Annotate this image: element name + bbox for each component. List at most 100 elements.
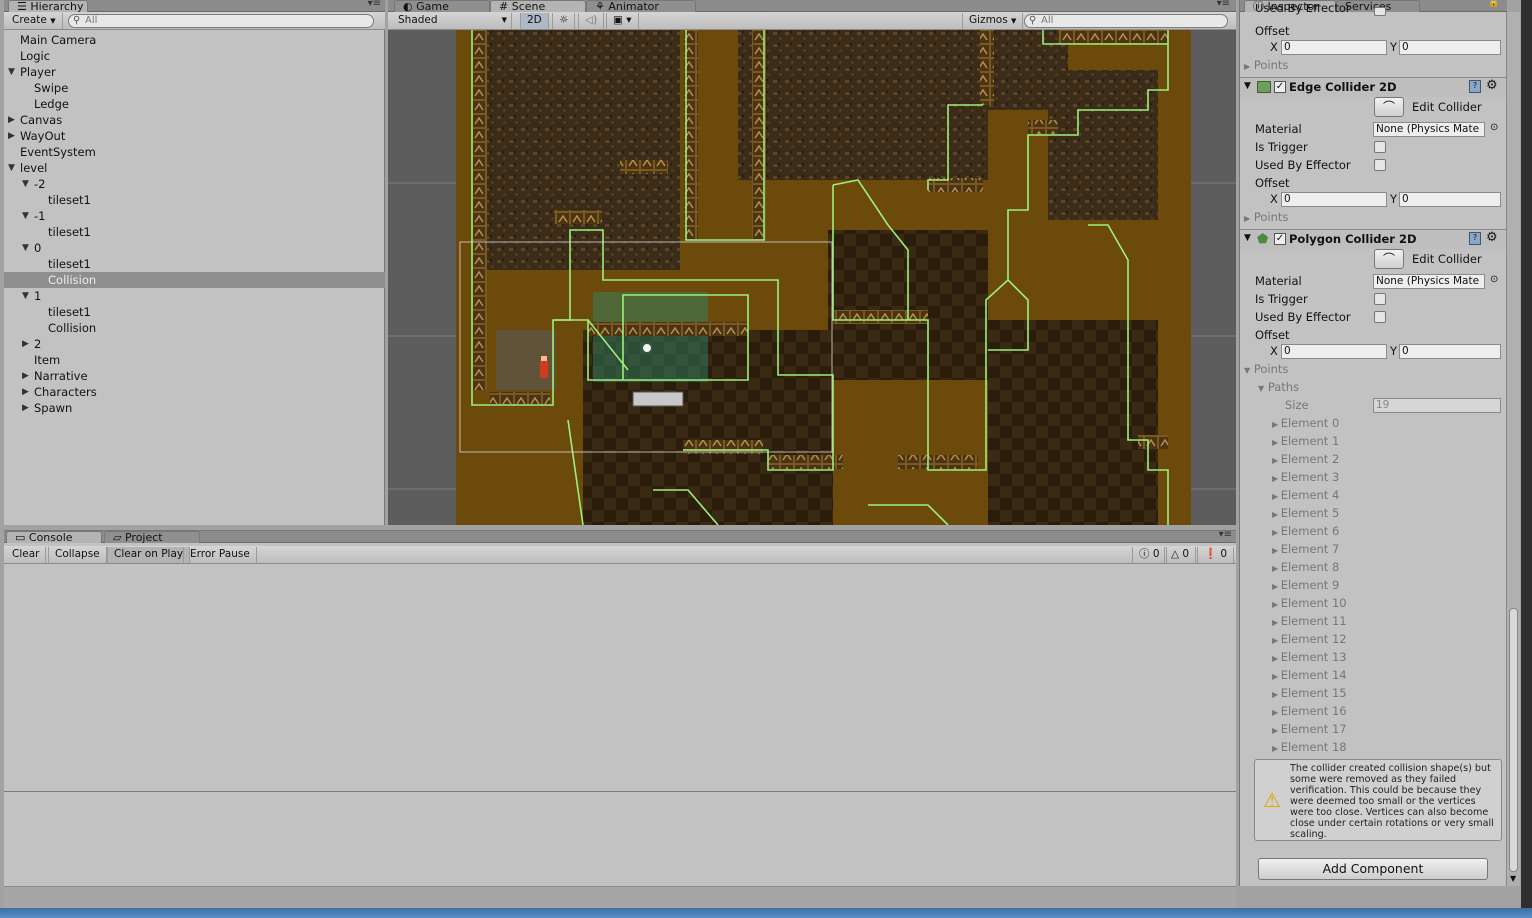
hierarchy-item[interactable]: tileset1 <box>4 192 385 208</box>
hierarchy-item[interactable]: Ledge <box>4 96 385 112</box>
is-trigger-checkbox[interactable] <box>1374 293 1386 305</box>
scrollbar-thumb[interactable] <box>1509 608 1518 872</box>
hierarchy-item[interactable]: ▼ -1 <box>4 208 385 224</box>
path-element-foldout[interactable]: ▶ Element 12 <box>1272 630 1347 648</box>
hierarchy-item[interactable]: ▼ 1 <box>4 288 385 304</box>
lock-icon[interactable]: 🔒 <box>1488 0 1499 8</box>
chevron-right-icon[interactable]: ▶ <box>22 368 29 384</box>
gizmos-dropdown[interactable]: Gizmos ▼ <box>962 13 1024 29</box>
chevron-down-icon[interactable]: ▼ <box>22 288 29 304</box>
hierarchy-item[interactable]: Collision <box>4 320 385 336</box>
chevron-right-icon[interactable]: ▶ <box>8 112 15 128</box>
add-component-button[interactable]: Add Component <box>1258 858 1488 880</box>
hierarchy-item[interactable]: ▼ -2 <box>4 176 385 192</box>
shading-mode-dropdown[interactable]: Shaded ▼ <box>392 13 512 29</box>
chevron-right-icon[interactable]: ▶ <box>22 384 29 400</box>
chevron-down-icon[interactable]: ▼ <box>22 240 29 256</box>
hierarchy-item[interactable]: ▶ 2 <box>4 336 385 352</box>
audio-toggle[interactable]: ◁) <box>578 13 605 29</box>
help-icon[interactable]: ? <box>1469 80 1481 93</box>
hierarchy-search-input[interactable]: ⚲ All <box>68 14 374 28</box>
offset-y-input[interactable]: 0 <box>1399 192 1501 207</box>
path-element-foldout[interactable]: ▶ Element 4 <box>1272 486 1339 504</box>
path-element-foldout[interactable]: ▶ Element 9 <box>1272 576 1339 594</box>
hierarchy-item[interactable]: Collision <box>4 272 385 288</box>
points-foldout[interactable]: ▼ Points <box>1244 360 1288 378</box>
edge-collider-header[interactable]: ▼ ✓ Edge Collider 2D ? ⚙ <box>1240 77 1507 97</box>
hierarchy-item[interactable]: Main Camera <box>4 32 385 48</box>
tab-project[interactable]: ▱ Project <box>104 531 200 543</box>
path-element-foldout[interactable]: ▶ Element 6 <box>1272 522 1339 540</box>
hierarchy-item[interactable]: ▶ Spawn <box>4 400 385 416</box>
chevron-right-icon[interactable]: ▶ <box>22 336 29 352</box>
is-trigger-checkbox[interactable] <box>1374 141 1386 153</box>
lighting-toggle[interactable]: ☼ <box>552 13 576 29</box>
offset-x-input[interactable]: 0 <box>1281 344 1387 359</box>
gear-icon[interactable]: ⚙ <box>1486 230 1498 245</box>
tab-game[interactable]: ◐ Game <box>394 0 490 12</box>
chevron-down-icon[interactable]: ▼ <box>22 176 29 192</box>
player-sprite[interactable] <box>540 356 548 378</box>
offset-x-input[interactable]: 0 <box>1281 40 1387 55</box>
points-foldout[interactable]: ▶ Points <box>1244 56 1288 74</box>
used-by-effector-checkbox[interactable] <box>1374 311 1386 323</box>
path-element-foldout[interactable]: ▶ Element 10 <box>1272 594 1347 612</box>
path-element-foldout[interactable]: ▶ Element 14 <box>1272 666 1347 684</box>
console-log-area[interactable] <box>4 565 1236 791</box>
create-button[interactable]: Create ▼ <box>6 13 63 29</box>
hierarchy-item[interactable]: ▼ Player <box>4 64 385 80</box>
panel-menu-icon[interactable]: ▾≡ <box>1217 0 1230 9</box>
chevron-down-icon[interactable]: ▼ <box>8 160 15 176</box>
edit-collider-button[interactable]: ⌒ <box>1374 97 1404 117</box>
polygon-collider-header[interactable]: ▼ ⬟ ✓ Polygon Collider 2D ? ⚙ <box>1240 229 1507 249</box>
scene-search-input[interactable]: ⚲ All <box>1024 14 1228 28</box>
hierarchy-item[interactable]: tileset1 <box>4 256 385 272</box>
path-element-foldout[interactable]: ▶ Element 15 <box>1272 684 1347 702</box>
size-input[interactable]: 19 <box>1373 398 1501 413</box>
hierarchy-item[interactable]: ▶ Narrative <box>4 368 385 384</box>
info-count-toggle[interactable]: ⓘ 0 <box>1132 547 1167 563</box>
object-picker-icon[interactable]: ⊙ <box>1490 122 1498 133</box>
console-detail-area[interactable] <box>4 792 1236 887</box>
chevron-down-icon[interactable]: ▼ <box>22 208 29 224</box>
path-element-foldout[interactable]: ▶ Element 8 <box>1272 558 1339 576</box>
gear-icon[interactable]: ⚙ <box>1486 78 1498 93</box>
warning-count-toggle[interactable]: △ 0 <box>1164 547 1197 563</box>
hierarchy-item[interactable]: ▶ WayOut <box>4 128 385 144</box>
effects-dropdown[interactable]: ▣ ▾ <box>606 13 639 29</box>
path-element-foldout[interactable]: ▶ Element 2 <box>1272 450 1339 468</box>
material-field[interactable]: None (Physics Mate <box>1373 122 1485 137</box>
points-foldout[interactable]: ▶ Points <box>1244 208 1288 226</box>
offset-y-input[interactable]: 0 <box>1399 344 1501 359</box>
tab-console[interactable]: ▭ Console <box>6 531 102 543</box>
hierarchy-item[interactable]: EventSystem <box>4 144 385 160</box>
hierarchy-item[interactable]: Logic <box>4 48 385 64</box>
edit-collider-button[interactable]: ⌒ <box>1374 249 1404 269</box>
scroll-down-icon[interactable]: ▼ <box>1510 874 1516 883</box>
path-element-foldout[interactable]: ▶ Element 3 <box>1272 468 1339 486</box>
material-field[interactable]: None (Physics Mate <box>1373 274 1485 289</box>
enabled-checkbox[interactable]: ✓ <box>1274 233 1286 245</box>
tab-scene[interactable]: # Scene <box>490 0 586 12</box>
inspector-scrollbar[interactable]: ▼ <box>1506 12 1520 886</box>
hierarchy-item[interactable]: Swipe <box>4 80 385 96</box>
hierarchy-item[interactable]: tileset1 <box>4 304 385 320</box>
hierarchy-item[interactable]: Item <box>4 352 385 368</box>
path-element-foldout[interactable]: ▶ Element 5 <box>1272 504 1339 522</box>
tab-animator[interactable]: ⚘ Animator <box>586 0 696 12</box>
path-element-foldout[interactable]: ▶ Element 0 <box>1272 414 1339 432</box>
used-by-effector-checkbox[interactable] <box>1374 159 1386 171</box>
offset-y-input[interactable]: 0 <box>1399 40 1501 55</box>
path-element-foldout[interactable]: ▶ Element 13 <box>1272 648 1347 666</box>
path-element-foldout[interactable]: ▶ Element 16 <box>1272 702 1347 720</box>
error-pause-toggle[interactable]: Error Pause <box>183 547 257 563</box>
panel-menu-icon[interactable]: ▾≡ <box>368 0 381 9</box>
offset-x-input[interactable]: 0 <box>1281 192 1387 207</box>
hierarchy-item[interactable]: ▼ level <box>4 160 385 176</box>
chevron-right-icon[interactable]: ▶ <box>22 400 29 416</box>
path-element-foldout[interactable]: ▶ Element 11 <box>1272 612 1347 630</box>
collapse-button[interactable]: Collapse <box>48 547 107 563</box>
hierarchy-item[interactable]: ▶ Characters <box>4 384 385 400</box>
help-icon[interactable]: ? <box>1469 232 1481 245</box>
tab-hierarchy[interactable]: ☰ Hierarchy <box>8 0 88 12</box>
